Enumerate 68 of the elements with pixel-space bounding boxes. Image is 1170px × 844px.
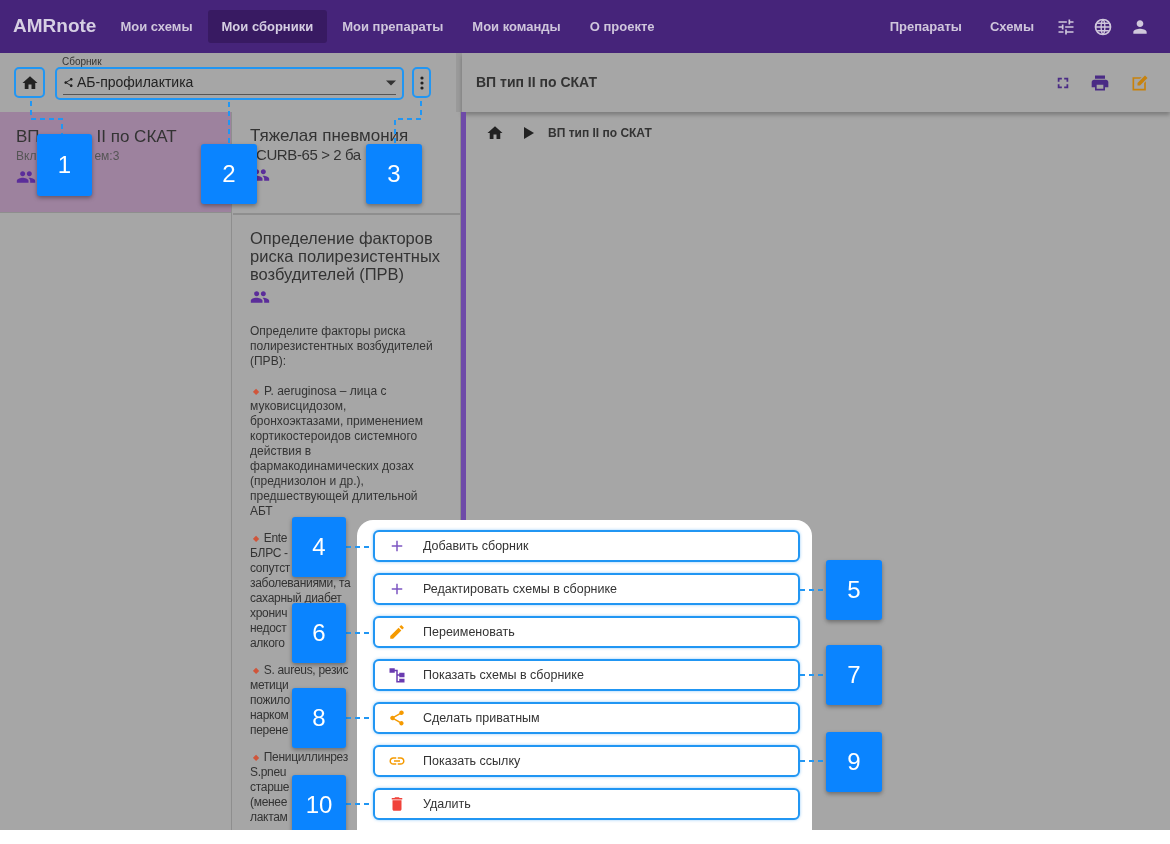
number-badge: 6 [292, 603, 346, 663]
app-logo[interactable]: AMRnote [13, 12, 97, 41]
number-badge: 5 [826, 560, 882, 620]
pencil-icon [388, 623, 406, 641]
nav-tab[interactable]: Мои препараты [328, 10, 458, 43]
card-title: CURB-65 > 2 ба [256, 145, 361, 164]
card-title: Определение факторов риска полирезистентных возбудителей (ПРВ) [250, 229, 442, 283]
text-line: недост [250, 621, 287, 636]
text-line: пожило [250, 693, 290, 708]
text-line: ◆ Ente [252, 531, 288, 546]
hierarchy-icon [388, 666, 406, 684]
menu-item[interactable]: Удалить [373, 788, 800, 820]
menu-item[interactable]: Сделать приватным [373, 702, 800, 734]
menu-item[interactable]: Редактировать схемы в сборнике [373, 573, 800, 605]
text-line: алкого [250, 636, 285, 651]
dropdown-caret-icon [386, 79, 396, 86]
share-icon [388, 709, 406, 727]
breadcrumb-item[interactable]: ВП тип II по СКАТ [548, 124, 652, 142]
menu-item[interactable]: Показать ссылку [373, 745, 800, 777]
number-badge: 1 [37, 134, 92, 196]
text-line: (менее [250, 795, 288, 810]
more-vert-icon [419, 75, 424, 90]
number-badge: 7 [826, 645, 882, 705]
text-line: заболеваниями, та [250, 576, 351, 591]
field-value: АБ-профилактика [77, 73, 195, 92]
field-label: Сборник [62, 54, 102, 69]
nav-link[interactable]: Схемы [989, 16, 1034, 37]
paragraph: Определите факторы риска полирезистентных возбудителей (ПРВ): [250, 324, 434, 369]
text-line: метици [250, 678, 289, 693]
nav-tab[interactable]: О проекте [575, 10, 669, 43]
number-badge: 2 [201, 144, 257, 204]
globe-icon[interactable] [1093, 16, 1113, 37]
text-line: ◆ S. aureus, резис [252, 663, 349, 678]
card-subtitle: ем:3 [94, 148, 120, 165]
fullscreen-icon[interactable] [1056, 75, 1070, 90]
nav-tab[interactable]: Мои сборники [207, 10, 328, 43]
card-title: Тяжелая пневмония [250, 126, 410, 145]
text-line: сахарный диабет [250, 591, 342, 606]
leader-line [228, 101, 230, 145]
number-badge: 9 [826, 732, 882, 792]
play-arrow-icon [524, 127, 534, 139]
menu-item[interactable]: Показать схемы в сборнике [373, 659, 800, 691]
more-options-button[interactable] [412, 67, 431, 98]
menu-item[interactable]: Добавить сборник [373, 530, 800, 562]
number-badge: 3 [366, 144, 422, 204]
text-line: нарком [250, 708, 289, 723]
share-icon [63, 77, 74, 88]
number-badge: 10 [292, 775, 346, 830]
view-title: ВП тип II по СКАТ [476, 73, 598, 92]
text-line: старше [250, 780, 290, 795]
nav-tab[interactable]: Мои схемы [106, 10, 207, 43]
text-line: ◆ Пенициллинрез [252, 750, 348, 765]
text-line: лактам [250, 810, 288, 825]
nav-tab[interactable]: Мои команды [458, 10, 575, 43]
text-line: БЛРС - [250, 546, 288, 561]
nav-link[interactable]: Препараты [889, 16, 962, 37]
text-line: S.pneu [250, 765, 287, 780]
card-subtitle: Вкл [16, 148, 37, 165]
home-button[interactable] [14, 67, 45, 98]
number-badge: 4 [292, 517, 346, 577]
home-icon[interactable] [486, 124, 504, 142]
text-line: сопутст [250, 561, 291, 576]
text-line: хронич [250, 606, 288, 621]
menu-item[interactable]: Переименовать [373, 616, 800, 648]
text-line: перене [250, 723, 289, 738]
card-title: II по СКАТ [96, 126, 177, 146]
paragraph: ◆ P. aeruginosa – лица с муковисцидозом, бронхоэктазами, применением кортикостероидов системного действия в фармакодинамических дозах (преднизолон и др.), предшествующей длительной АБТ [250, 384, 424, 519]
number-badge: 8 [292, 688, 346, 748]
